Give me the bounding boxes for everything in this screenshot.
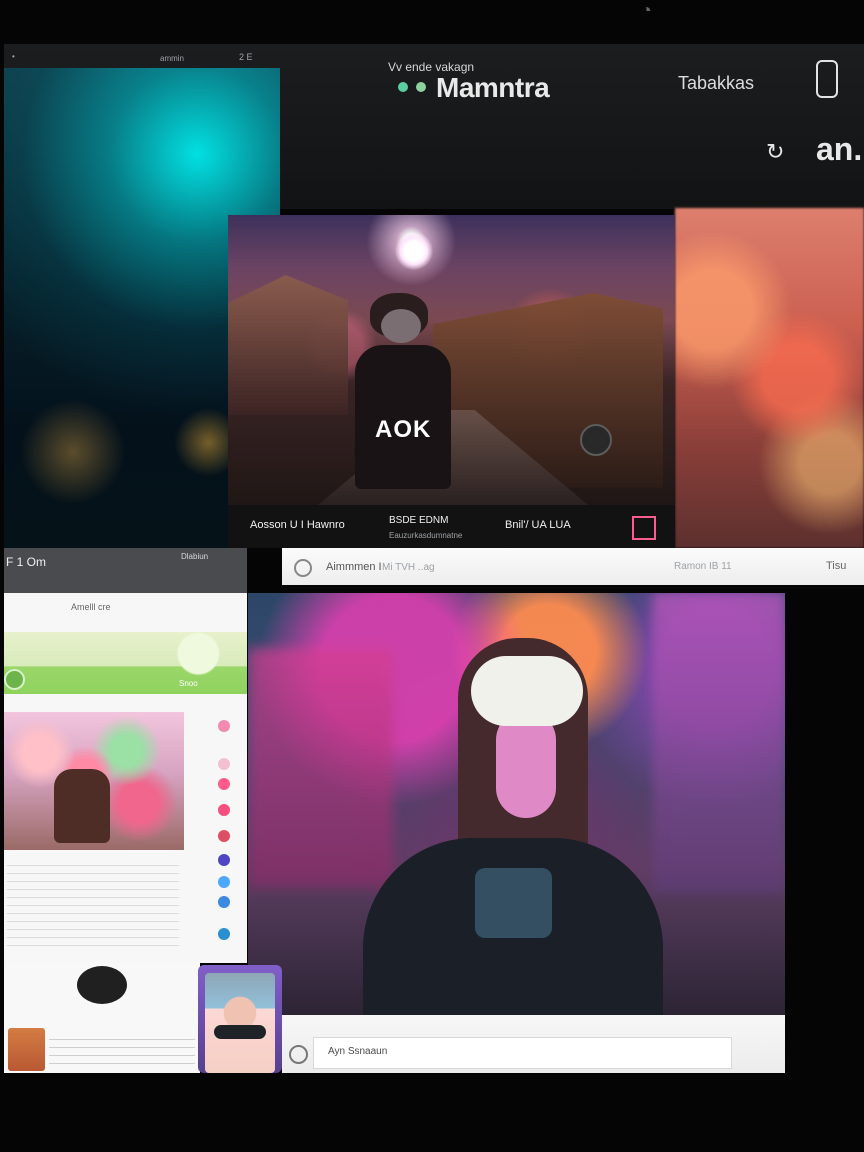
content-header-small: Amelll cre [71, 602, 111, 612]
side-icon-5 [218, 830, 230, 842]
phone-sunglasses [214, 1025, 266, 1039]
left-app-title: F 1 Om [6, 555, 47, 569]
status-dots [398, 82, 426, 92]
top-right-short-text: an. [816, 131, 863, 167]
side-icon-8 [218, 896, 230, 908]
search-right-text: Ramon IB 11 [674, 561, 732, 572]
side-icon-7 [218, 876, 230, 888]
right-meta: Tabakkas [678, 73, 755, 93]
dot-icon-2 [416, 82, 426, 92]
left-side-icons [215, 720, 235, 950]
portrait-image [248, 593, 785, 1015]
hero-person: AOK [347, 293, 459, 495]
flower-person [54, 769, 110, 843]
hero-jacket-text: AOK [375, 416, 432, 443]
text-lines [7, 858, 179, 946]
side-icon-2 [218, 758, 230, 770]
page-title: Mamntra [436, 72, 550, 103]
clock-icon: ◔ [641, 0, 652, 20]
hero-caption-right: Bnil'/ UA LUA [505, 519, 571, 531]
hero-caption-left: Aosson U I Hawnro [250, 519, 345, 531]
search-chips: Mi TVH ..ag [382, 562, 435, 573]
footer-orange-card [8, 1028, 45, 1071]
hero-head [381, 309, 421, 343]
hero-caption-mid: BSDE EDNM [389, 515, 449, 526]
hero-checkbox[interactable] [632, 516, 656, 540]
phone-selfie [205, 973, 275, 1073]
side-icon-9 [218, 928, 230, 940]
bottom-input-text: Ayn Ssnaaun [328, 1046, 388, 1057]
portrait-face [496, 710, 556, 818]
portrait-bg-left [248, 648, 393, 888]
side-icon-4 [218, 804, 230, 816]
dot-icon-1 [398, 82, 408, 92]
hero-scene: AOK [228, 215, 675, 505]
search-icon[interactable] [294, 559, 312, 577]
side-icon-1 [218, 720, 230, 732]
hero-moon [395, 232, 433, 270]
map-card [4, 632, 247, 694]
hero-caption-mid-sub: Eauzurkasdumnatne [389, 531, 463, 540]
speaker-icon [77, 966, 127, 1004]
portrait-headband [471, 656, 583, 726]
search-right-label[interactable]: Tisu [826, 560, 846, 572]
portrait-shirt [475, 868, 552, 938]
bottom-circle-button[interactable] [289, 1045, 308, 1064]
refresh-icon[interactable]: ↻ [766, 139, 784, 165]
map-label: Snoo [179, 679, 198, 688]
top-left-small-label: • [12, 52, 15, 61]
side-icon-3 [218, 778, 230, 790]
portrait-bg-right [653, 593, 785, 893]
right-blurred-image [675, 208, 864, 548]
footer-text-lines [49, 1032, 195, 1066]
top-small-right-text: 2 E [239, 52, 253, 62]
hero-left-building [228, 275, 348, 415]
map-logo-icon [4, 669, 25, 690]
window-button[interactable] [816, 60, 838, 98]
hero-circle-icon [580, 424, 612, 456]
top-small-left-text: ammin [160, 54, 185, 63]
side-icon-6 [218, 854, 230, 866]
search-text[interactable]: Aimmmen I [326, 561, 382, 573]
left-app-meta: Dlabiun [181, 552, 209, 561]
